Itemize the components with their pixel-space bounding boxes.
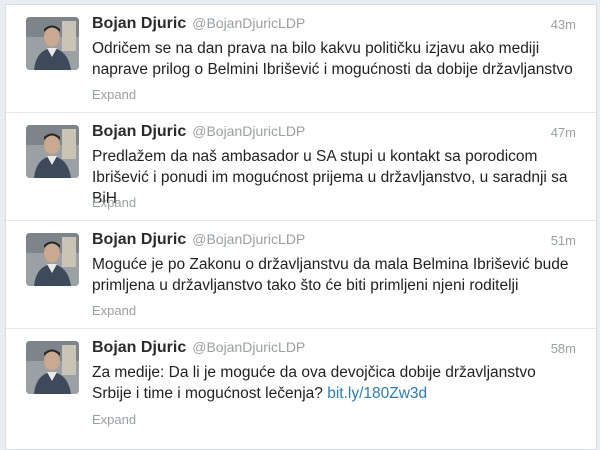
- tweet[interactable]: Bojan Djuric @BojanDjuricLDP 47m Predlaže…: [6, 113, 596, 221]
- tweet-text-body: Odričem se na dan prava na bilo kakvu po…: [92, 40, 573, 78]
- tweet-header: Bojan Djuric @BojanDjuricLDP 43m: [92, 15, 584, 35]
- avatar[interactable]: [26, 125, 79, 178]
- avatar[interactable]: [26, 233, 79, 286]
- tweet-text: Odričem se na dan prava na bilo kakvu po…: [92, 38, 586, 80]
- tweet-text-body: Predlažem da naš ambasador u SA stupi u …: [92, 148, 568, 207]
- tweet-timestamp[interactable]: 58m: [551, 341, 576, 356]
- author-fullname[interactable]: Bojan Djuric: [92, 231, 186, 248]
- tweet-link[interactable]: bit.ly/180Zw3d: [327, 385, 427, 402]
- tweet-text: Predlažem da naš ambasador u SA stupi u …: [92, 146, 586, 209]
- author-username[interactable]: @BojanDjuricLDP: [192, 15, 305, 31]
- tweet[interactable]: Bojan Djuric @BojanDjuricLDP 58m Za medij…: [6, 329, 596, 437]
- tweet[interactable]: Bojan Djuric @BojanDjuricLDP 43m Odričem …: [6, 5, 596, 113]
- avatar[interactable]: [26, 17, 79, 70]
- tweet-timeline: Bojan Djuric @BojanDjuricLDP 43m Odričem …: [5, 4, 597, 450]
- tweet-text: Moguće je po Zakonu o državljanstvu da m…: [92, 254, 586, 296]
- expand-link[interactable]: Expand: [92, 87, 136, 102]
- expand-link[interactable]: Expand: [92, 195, 136, 210]
- author-fullname[interactable]: Bojan Djuric: [92, 123, 186, 140]
- tweet-text-body: Za medije: Da li je moguće da ova devojč…: [92, 364, 536, 402]
- tweet-timestamp[interactable]: 43m: [551, 17, 576, 32]
- expand-link[interactable]: Expand: [92, 412, 136, 427]
- author-username[interactable]: @BojanDjuricLDP: [192, 231, 305, 247]
- tweet-header: Bojan Djuric @BojanDjuricLDP 47m: [92, 123, 584, 143]
- tweet-text-body: Moguće je po Zakonu o državljanstvu da m…: [92, 256, 569, 294]
- tweet-timestamp[interactable]: 47m: [551, 125, 576, 140]
- expand-link[interactable]: Expand: [92, 303, 136, 318]
- author-fullname[interactable]: Bojan Djuric: [92, 15, 186, 32]
- tweet-header: Bojan Djuric @BojanDjuricLDP 51m: [92, 231, 584, 251]
- tweet-text: Za medije: Da li je moguće da ova devojč…: [92, 362, 586, 404]
- author-username[interactable]: @BojanDjuricLDP: [192, 339, 305, 355]
- author-username[interactable]: @BojanDjuricLDP: [192, 123, 305, 139]
- author-fullname[interactable]: Bojan Djuric: [92, 339, 186, 356]
- tweet-header: Bojan Djuric @BojanDjuricLDP 58m: [92, 339, 584, 359]
- tweet[interactable]: Bojan Djuric @BojanDjuricLDP 51m Moguće j…: [6, 221, 596, 329]
- avatar[interactable]: [26, 341, 79, 394]
- tweet-timestamp[interactable]: 51m: [551, 233, 576, 248]
